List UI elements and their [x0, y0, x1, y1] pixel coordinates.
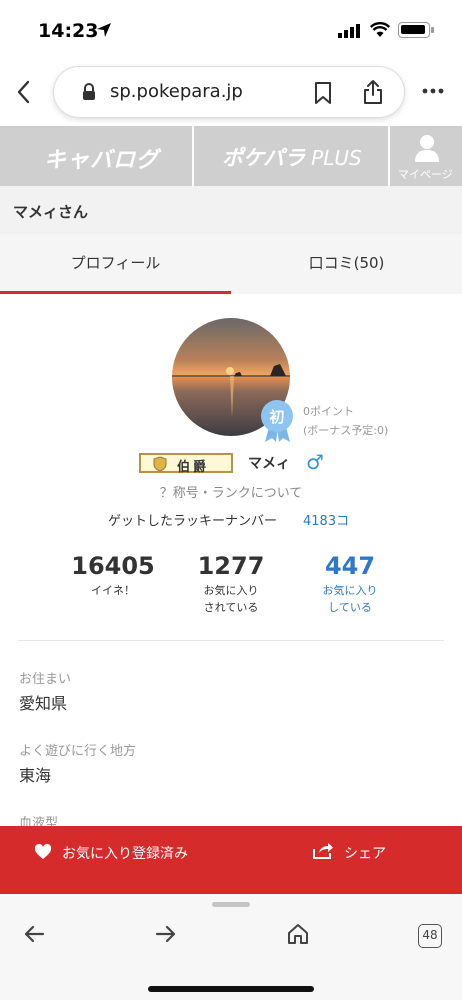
more-options-icon[interactable] — [422, 88, 444, 94]
stat-likes-label: イイネ！ — [91, 584, 135, 597]
rank-info-link[interactable]: ？称号・ランクについて — [0, 482, 462, 501]
bonus-value: (ボーナス予定:0) — [303, 424, 389, 437]
nav-cabalog[interactable]: キャバログ — [0, 126, 194, 186]
favorite-label: お気に入り登録済み — [62, 846, 188, 862]
tabs-count-button[interactable]: 48 — [418, 924, 442, 948]
browser-share-icon[interactable] — [362, 79, 384, 105]
rank-title: 伯爵 — [177, 460, 210, 475]
share-icon — [313, 843, 333, 859]
nav-mypage[interactable]: マイページ — [392, 126, 462, 186]
user-handle: マメィ — [248, 456, 290, 472]
forward-arrow-icon[interactable] — [154, 922, 178, 946]
profile-tabs: プロフィール 口コミ(50) — [0, 234, 462, 294]
tab-profile[interactable]: プロフィール — [0, 234, 231, 294]
mypage-label: マイページ — [398, 168, 453, 181]
heart-icon — [34, 844, 52, 859]
stat-favorited-by-label2: されている — [203, 601, 259, 614]
stat-favoriting-label1[interactable]: お気に入り — [290, 582, 410, 599]
field-residence-label: お住まい — [19, 672, 72, 687]
points-info: 0ポイント (ボーナス予定:0) — [303, 402, 388, 440]
favorite-button[interactable]: お気に入り登録済み — [34, 826, 234, 880]
field-area-value: 東海 — [19, 766, 52, 785]
stat-favorited-by-label1: お気に入り — [203, 584, 259, 597]
user-icon — [415, 135, 439, 162]
lucky-number-value[interactable]: 4183コ — [303, 510, 349, 529]
points-value: 0ポイント — [303, 405, 354, 418]
stat-favoriting-value[interactable]: 447 — [290, 552, 410, 580]
stat-favorited-by-value: 1277 — [197, 552, 265, 580]
tab-reviews[interactable]: 口コミ(50) — [231, 234, 462, 294]
first-timer-ribbon-icon: 初 — [261, 400, 293, 442]
home-icon[interactable] — [286, 922, 310, 946]
sheet-grabber[interactable] — [212, 902, 250, 907]
site-nav: キャバログ ポケパラ PLUS マイページ — [0, 126, 462, 186]
location-arrow-icon — [97, 23, 111, 37]
wifi-icon — [370, 22, 390, 37]
status-time: 14:23 — [38, 20, 99, 42]
divider — [18, 640, 444, 641]
back-arrow-icon[interactable] — [22, 922, 46, 946]
stat-likes: 16405 イイネ！ — [53, 552, 173, 599]
profile-name-bar: マメィさん — [0, 186, 462, 234]
stat-favoriting-label2[interactable]: している — [290, 599, 410, 616]
action-bar: お気に入り登録済み シェア — [0, 826, 462, 894]
url-text: sp.pokepara.jp — [110, 81, 243, 102]
shield-icon — [153, 456, 167, 472]
rank-badge: 伯爵 — [139, 453, 233, 475]
battery-icon — [398, 22, 434, 38]
stat-favoriting[interactable]: 447 お気に入り している — [290, 552, 410, 616]
field-area-label: よく遊びに行く地方 — [19, 744, 137, 759]
profile-name: マメィさん — [13, 203, 89, 221]
home-indicator — [148, 986, 314, 992]
male-icon: ♂ — [306, 450, 324, 474]
first-badge-text: 初 — [269, 408, 284, 426]
browser-toolbar: 48 — [0, 894, 462, 1000]
stat-likes-value: 16405 — [71, 552, 155, 580]
cabalog-logo: キャバログ — [44, 148, 160, 173]
nav-pokepara-plus[interactable]: ポケパラ PLUS — [196, 126, 390, 186]
share-label: シェア — [344, 846, 386, 862]
lock-icon — [83, 83, 95, 100]
pokepara-plus-logo: ポケパラ PLUS — [222, 146, 362, 170]
stat-favorited-by: 1277 お気に入り されている — [171, 552, 291, 616]
cellular-signal-icon — [338, 24, 360, 38]
browser-back-chevron-icon[interactable] — [14, 78, 36, 106]
address-bar[interactable]: sp.pokepara.jp — [53, 66, 405, 118]
status-bar: 14:23 — [0, 0, 462, 58]
lucky-number-label: ゲットしたラッキーナンバー — [108, 514, 278, 529]
field-residence-value: 愛知県 — [19, 694, 68, 713]
bookmark-icon[interactable] — [314, 81, 332, 105]
share-button[interactable]: シェア — [312, 826, 412, 880]
